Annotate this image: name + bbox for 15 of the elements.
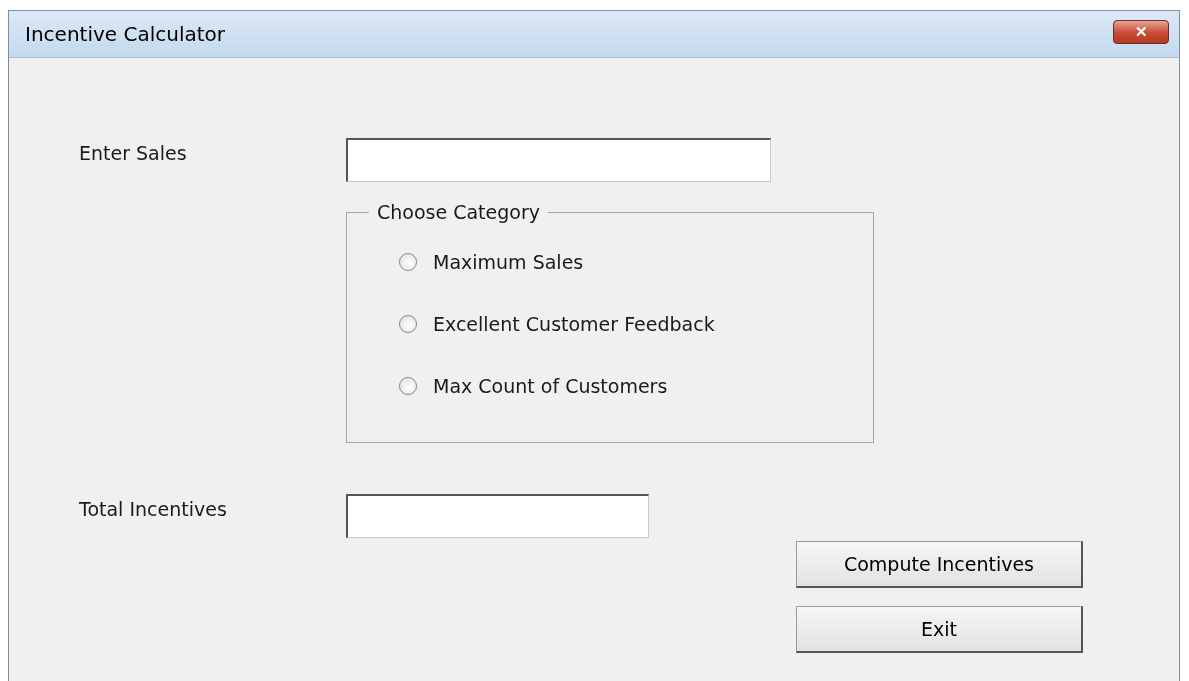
field-label: Total Incentives <box>79 497 228 520</box>
window-title: Incentive Calculator <box>25 22 225 46</box>
radio-button[interactable] <box>399 377 417 395</box>
field-label: Enter Sales <box>79 141 188 164</box>
option-label: Excellent Customer Feedback <box>433 313 715 335</box>
option-label: Maximum Sales <box>433 251 584 273</box>
sales-field[interactable] <box>346 138 771 182</box>
close-button[interactable]: ✕ <box>1113 20 1169 44</box>
radio-button[interactable] <box>399 315 417 333</box>
option-label: Max Count of Customers <box>433 375 668 397</box>
radio-button[interactable] <box>399 253 417 271</box>
compute-button[interactable]: Compute Incentives <box>796 541 1083 588</box>
total-field[interactable] <box>346 494 649 538</box>
exit-button[interactable]: Exit <box>796 606 1083 653</box>
group-legend: Choose Category <box>369 201 548 223</box>
